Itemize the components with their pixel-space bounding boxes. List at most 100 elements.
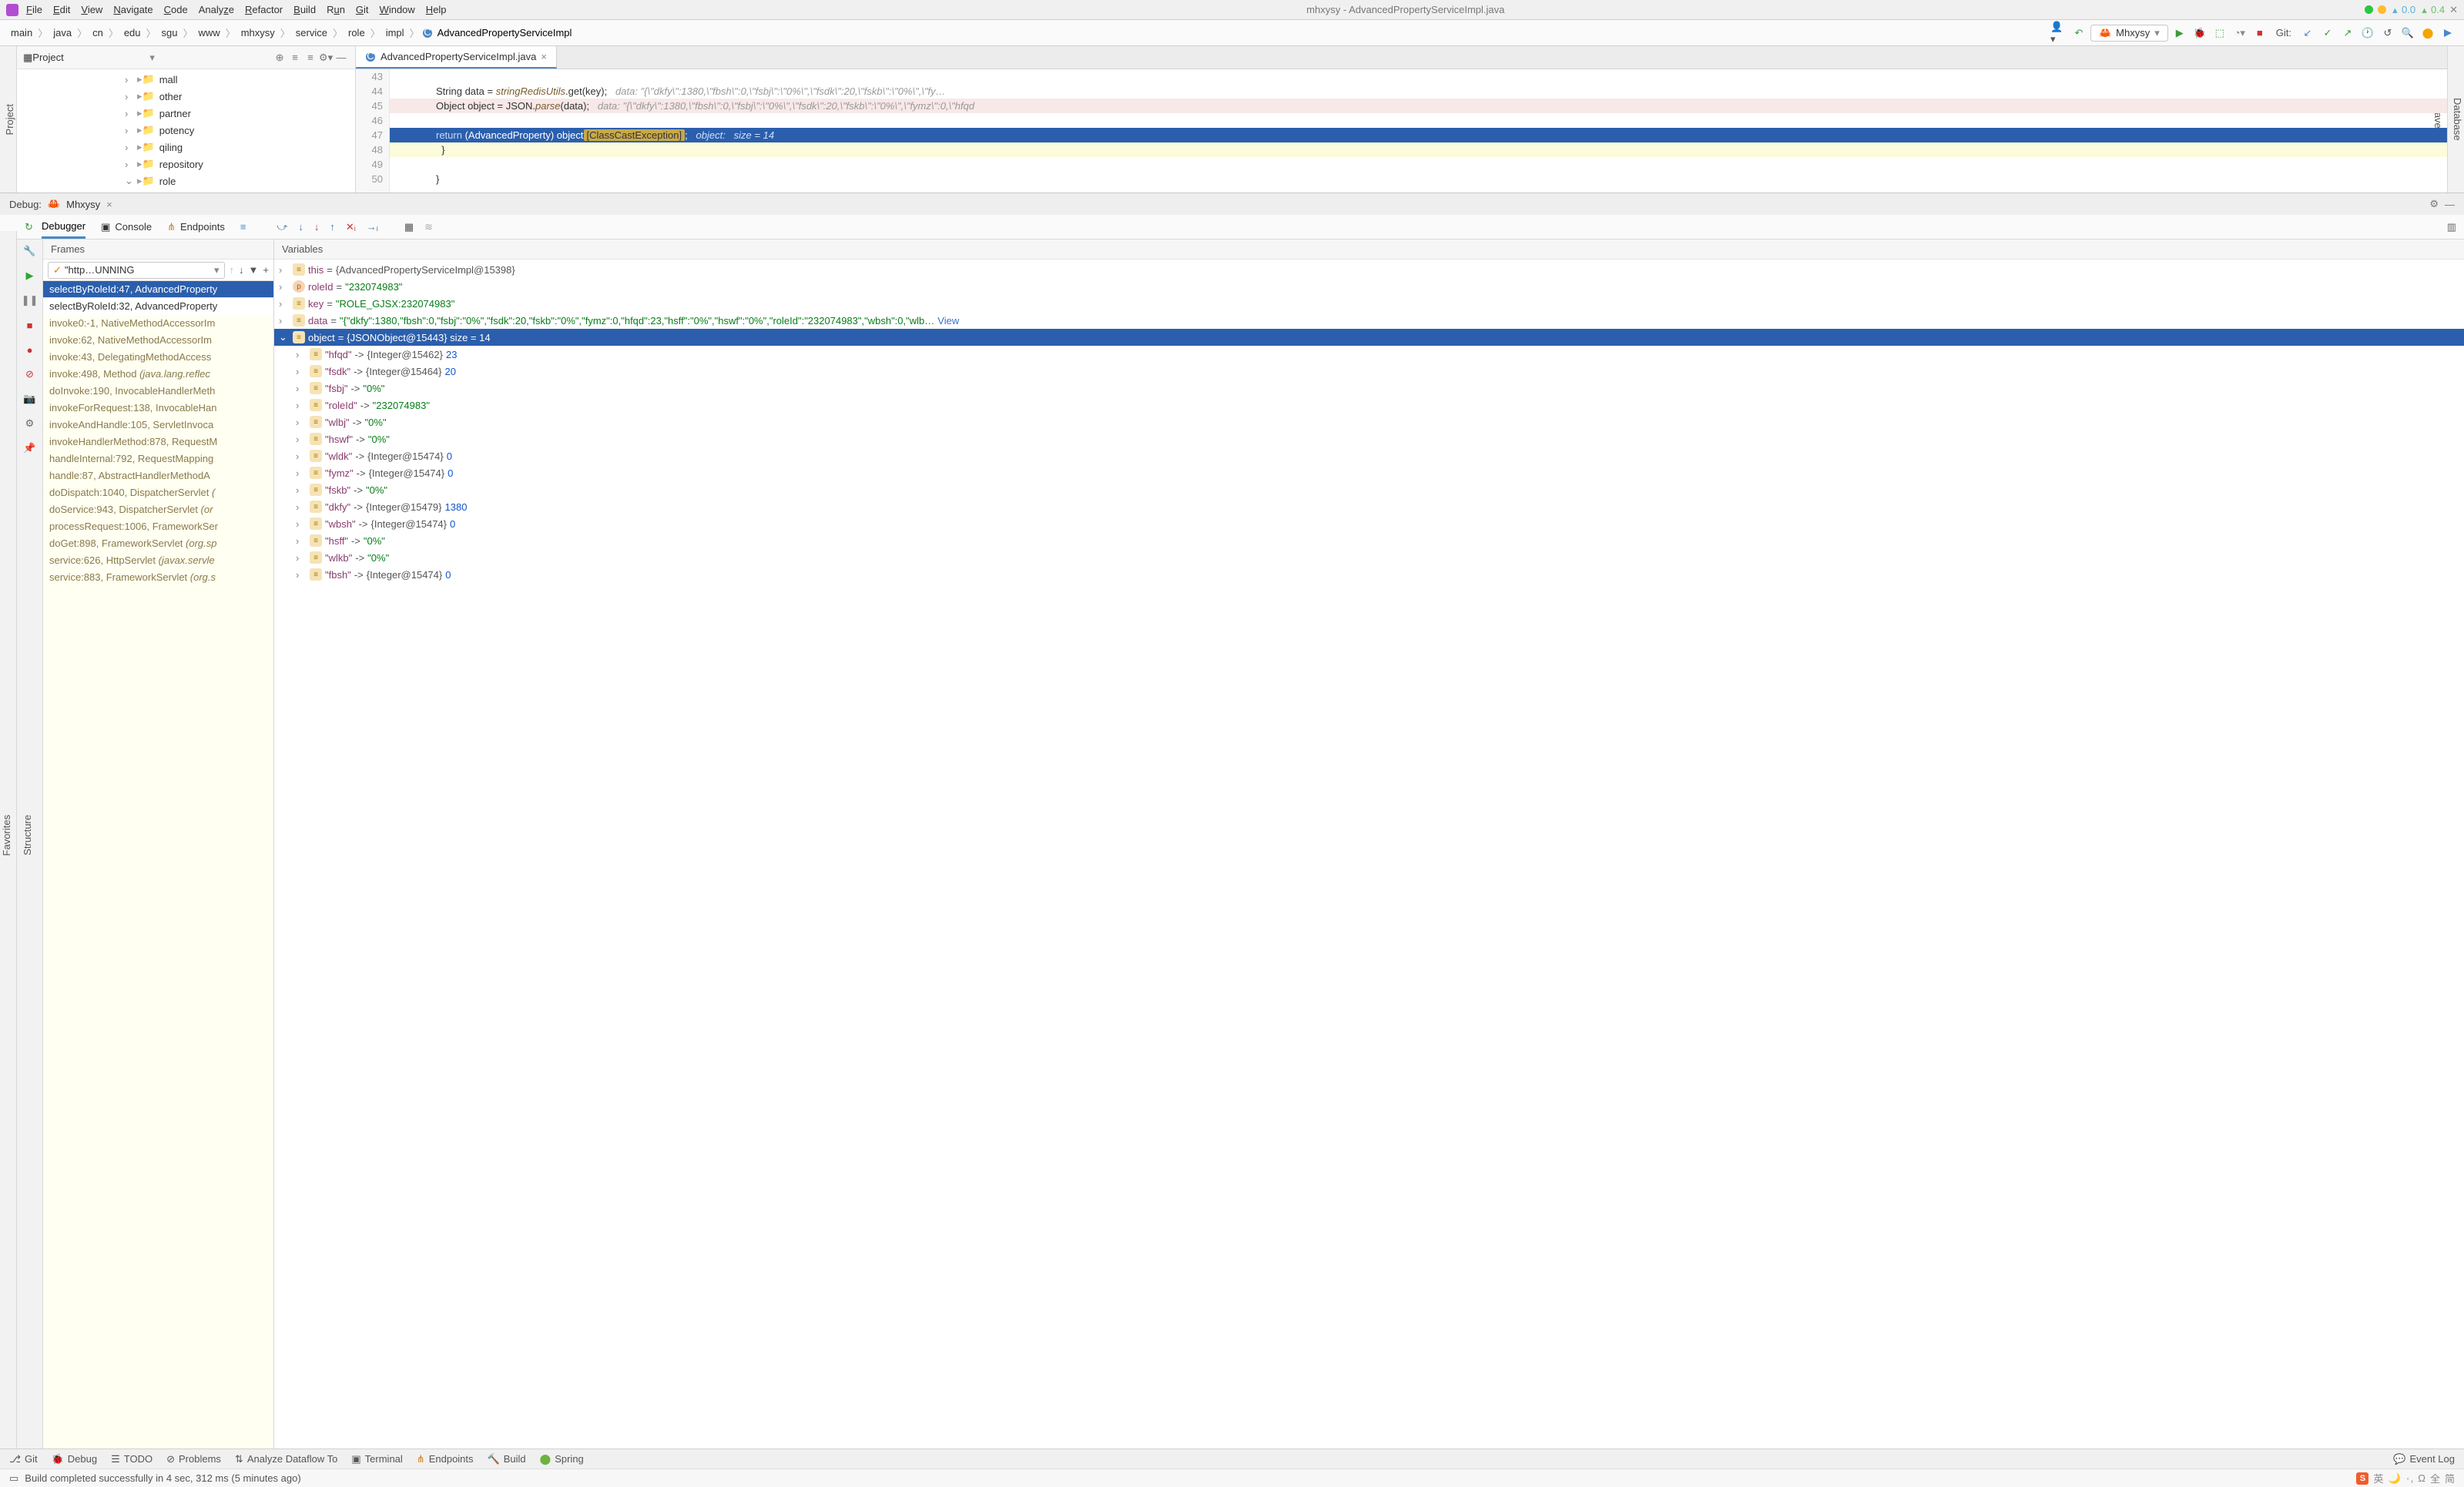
tw-spring[interactable]: ⬤Spring	[540, 1453, 584, 1465]
minimize-icon[interactable]: —	[2445, 199, 2455, 210]
frame-row[interactable]: invoke0:-1, NativeMethodAccessorIm	[43, 315, 273, 332]
tw-debug[interactable]: 🐞Debug	[52, 1453, 98, 1465]
menu-build[interactable]: Build	[293, 4, 316, 15]
tw-eventlog[interactable]: 💬Event Log	[2393, 1453, 2455, 1465]
code-area[interactable]: 4344454647484950 String data = stringRed…	[356, 69, 2447, 193]
tree-node-role[interactable]: ⌄▸📁role	[17, 172, 355, 189]
chevron-down-icon[interactable]: ▾	[149, 52, 155, 64]
mute-breakpoints-icon[interactable]: ⊘	[22, 366, 39, 383]
var-row[interactable]: ›≡this = {AdvancedPropertyServiceImpl@15…	[274, 261, 2464, 278]
user-icon[interactable]: 👤▾	[2050, 25, 2067, 42]
gear-icon[interactable]: ⚙	[2429, 198, 2439, 210]
close-session-icon[interactable]: ×	[106, 199, 112, 210]
frame-row[interactable]: doDispatch:1040, DispatcherServlet (	[43, 484, 273, 501]
tab-endpoints[interactable]: ⋔Endpoints	[167, 215, 225, 239]
frame-row[interactable]: doService:943, DispatcherServlet (or	[43, 501, 273, 518]
project-selector[interactable]: Project	[32, 52, 149, 63]
frame-row[interactable]: invoke:62, NativeMethodAccessorIm	[43, 332, 273, 349]
force-step-into-icon[interactable]: ↓	[314, 221, 320, 233]
step-over-icon[interactable]: ⤻	[277, 221, 287, 233]
trace-icon[interactable]: ≋	[424, 221, 433, 233]
frame-row[interactable]: invokeAndHandle:105, ServletInvoca	[43, 417, 273, 434]
evaluate-icon[interactable]: ▦	[404, 221, 414, 233]
layout-icon[interactable]: ▥	[2447, 221, 2456, 233]
expand-icon[interactable]: ≡	[287, 52, 303, 63]
git-push-icon[interactable]: ↗	[2339, 25, 2356, 42]
step-out-icon[interactable]: ↑	[330, 221, 335, 233]
frame-row[interactable]: handle:87, AbstractHandlerMethodA	[43, 467, 273, 484]
prev-frame-icon[interactable]: ↑	[230, 264, 235, 276]
frame-row[interactable]: processRequest:1006, FrameworkSer	[43, 518, 273, 535]
thread-select[interactable]: ✓"http…UNNING▾ ↑ ↓ ▼ +	[43, 260, 273, 281]
play-color-icon[interactable]	[2439, 25, 2456, 42]
var-row[interactable]: ›≡"fskb" -> "0%"	[274, 481, 2464, 498]
close-tab-icon[interactable]: ×	[541, 51, 547, 62]
source[interactable]: String data = stringRedisUtils.get(key);…	[390, 69, 2447, 193]
tw-endpoints[interactable]: ⋔Endpoints	[417, 1453, 474, 1465]
var-row[interactable]: ›≡"hsff" -> "0%"	[274, 532, 2464, 549]
var-row[interactable]: ›≡"hswf" -> "0%"	[274, 430, 2464, 447]
settings-icon[interactable]: ⚙	[22, 415, 39, 432]
var-row[interactable]: ›≡key = "ROLE_GJSX:232074983"	[274, 295, 2464, 312]
resume-icon[interactable]: ▶	[22, 267, 39, 284]
frame-row[interactable]: invoke:43, DelegatingMethodAccess	[43, 349, 273, 366]
var-row[interactable]: ›proleId = "232074983"	[274, 278, 2464, 295]
stop-icon[interactable]: ■	[2251, 25, 2268, 42]
var-row[interactable]: ›≡"wbsh" -> {Integer@15474} 0	[274, 515, 2464, 532]
more-icon[interactable]: ≡	[240, 221, 246, 233]
frame-row[interactable]: doGet:898, FrameworkServlet (org.sp	[43, 535, 273, 552]
var-row[interactable]: ›≡"fymz" -> {Integer@15474} 0	[274, 464, 2464, 481]
tree-node-potency[interactable]: ›▸📁potency	[17, 122, 355, 139]
hide-icon[interactable]: —	[334, 52, 349, 63]
var-row[interactable]: ›≡data = "{"dkfy":1380,"fbsh":0,"fsbj":"…	[274, 312, 2464, 329]
git-update-icon[interactable]: ↙	[2299, 25, 2316, 42]
frame-row[interactable]: service:626, HttpServlet (javax.servle	[43, 552, 273, 569]
gear-icon[interactable]: ⚙▾	[318, 52, 334, 64]
favorites-tool-tab[interactable]: Favorites	[0, 810, 13, 860]
editor-tab[interactable]: C AdvancedPropertyServiceImpl.java ×	[356, 46, 557, 69]
var-row[interactable]: ›≡"fbsh" -> {Integer@15474} 0	[274, 566, 2464, 583]
var-row[interactable]: ›≡"wlkb" -> "0%"	[274, 549, 2464, 566]
tree-node-mall[interactable]: ›▸📁mall	[17, 71, 355, 88]
project-tree[interactable]: ›▸📁mall›▸📁other›▸📁partner›▸📁potency›▸📁qi…	[17, 69, 355, 193]
tw-terminal[interactable]: ▣Terminal	[351, 1453, 402, 1465]
debug-session[interactable]: Mhxysy	[66, 199, 100, 210]
rerun-icon[interactable]: ↻	[25, 221, 33, 233]
frame-row[interactable]: doInvoke:190, InvocableHandlerMeth	[43, 383, 273, 400]
locate-icon[interactable]: ⊕	[272, 52, 287, 64]
run-icon[interactable]: ▶	[2171, 25, 2188, 42]
drop-frame-icon[interactable]: ✕ᵢ	[346, 221, 356, 233]
pause-icon[interactable]: ❚❚	[22, 292, 39, 309]
database-tool-tab[interactable]: Database	[2451, 92, 2464, 147]
menu-analyze[interactable]: Analyze	[199, 4, 234, 15]
tw-problems[interactable]: ⊘Problems	[166, 1453, 221, 1465]
menu-git[interactable]: Git	[356, 4, 369, 15]
step-into-icon[interactable]: ↓	[298, 221, 303, 233]
run-to-cursor-icon[interactable]: →ᵢ	[367, 221, 378, 233]
frame-row[interactable]: invokeForRequest:138, InvocableHan	[43, 400, 273, 417]
breadcrumb[interactable]: main〉 java〉 cn〉 edu〉 sgu〉 www〉 mhxysy〉 s…	[8, 25, 575, 40]
search-icon[interactable]: 🔍	[2399, 25, 2416, 42]
var-row[interactable]: ›≡"roleId" -> "232074983"	[274, 397, 2464, 414]
debug-icon[interactable]: 🐞	[2191, 25, 2208, 42]
menu-navigate[interactable]: Navigate	[113, 4, 153, 15]
frame-row[interactable]: invokeHandlerMethod:878, RequestM	[43, 434, 273, 450]
collapse-icon[interactable]: ≡	[303, 52, 318, 63]
menu-refactor[interactable]: Refactor	[245, 4, 283, 15]
var-row[interactable]: ⌄≡object = {JSONObject@15443} size = 14	[274, 329, 2464, 346]
frame-row[interactable]: service:883, FrameworkServlet (org.s	[43, 569, 273, 586]
var-row[interactable]: ›≡"fsdk" -> {Integer@15464} 20	[274, 363, 2464, 380]
var-row[interactable]: ›≡"wldk" -> {Integer@15474} 0	[274, 447, 2464, 464]
tab-debugger[interactable]: Debugger	[42, 215, 85, 239]
tree-node-qiling[interactable]: ›▸📁qiling	[17, 139, 355, 156]
back-icon[interactable]: ↶	[2070, 25, 2087, 42]
frames-list[interactable]: selectByRoleId:47, AdvancedPropertyselec…	[43, 281, 273, 1448]
ide-icon[interactable]: ⬤	[2419, 25, 2436, 42]
breakpoints-icon[interactable]: ●	[22, 341, 39, 358]
tw-dataflow[interactable]: ⇅Analyze Dataflow To	[235, 1453, 337, 1465]
add-icon[interactable]: +	[263, 264, 269, 276]
frame-row[interactable]: handleInternal:792, RequestMapping	[43, 450, 273, 467]
project-tool-tab[interactable]: Project	[3, 98, 16, 141]
var-row[interactable]: ›≡"wlbj" -> "0%"	[274, 414, 2464, 430]
structure-tool-tab[interactable]: Structure	[21, 810, 34, 860]
